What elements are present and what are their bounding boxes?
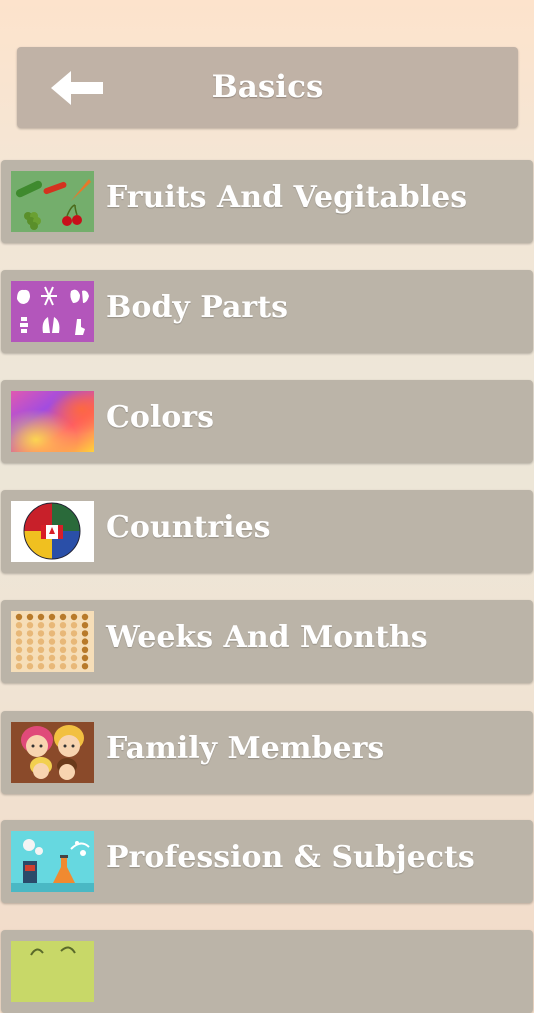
list-item-label: Colors bbox=[106, 400, 214, 435]
list-item-countries[interactable]: Countries bbox=[1, 490, 533, 573]
list-item-next[interactable] bbox=[1, 930, 533, 1013]
list-item-weeks-and-months[interactable]: Weeks And Months bbox=[1, 600, 533, 683]
globe-flags-icon bbox=[11, 501, 94, 562]
header-bar: Basics bbox=[17, 47, 518, 128]
list-item-label: Family Members bbox=[106, 731, 385, 766]
calendar-icon bbox=[11, 611, 94, 672]
list-item-body-parts[interactable]: Body Parts bbox=[1, 270, 533, 353]
science-lab-icon bbox=[11, 831, 94, 892]
body-parts-icon bbox=[11, 281, 94, 342]
list-item-colors[interactable]: Colors bbox=[1, 380, 533, 463]
list-item-label: Weeks And Months bbox=[106, 620, 428, 655]
list-item-label: Profession & Subjects bbox=[106, 840, 475, 875]
list-item-family-members[interactable]: Family Members bbox=[1, 711, 533, 794]
list-item-label: Fruits And Vegitables bbox=[106, 180, 468, 215]
page-title: Basics bbox=[211, 69, 324, 105]
fruits-vegetables-icon bbox=[11, 171, 94, 232]
list-item-profession-and-subjects[interactable]: Profession & Subjects bbox=[1, 820, 533, 903]
list-item-fruits-and-vegetables[interactable]: Fruits And Vegitables bbox=[1, 160, 533, 243]
family-icon bbox=[11, 722, 94, 783]
list-item-next-thumbnail bbox=[11, 941, 94, 1002]
colors-icon bbox=[11, 391, 94, 452]
list-item-label: Countries bbox=[106, 510, 271, 545]
list-item-label: Body Parts bbox=[106, 290, 288, 325]
